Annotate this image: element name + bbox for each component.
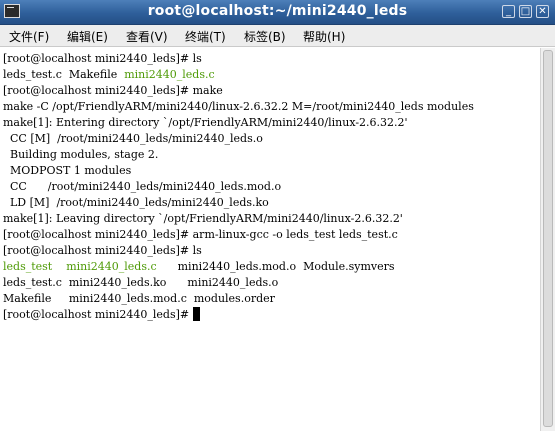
terminal-line: [root@localhost mini2440_leds]# ls	[3, 243, 202, 259]
terminal-text: Makefile mini2440_leds.mod.c modules.ord…	[3, 292, 275, 305]
terminal-line: Building modules, stage 2.	[3, 147, 158, 163]
menu-help[interactable]: 帮助(H)	[303, 28, 345, 45]
terminal-line: make[1]: Leaving directory `/opt/Friendl…	[3, 211, 403, 227]
terminal-line: [root@localhost mini2440_leds]# make	[3, 83, 223, 99]
terminal-line: make -C /opt/FriendlyARM/mini2440/linux-…	[3, 99, 474, 115]
scrollbar-thumb[interactable]	[543, 50, 553, 427]
terminal-text: mini2440_leds.mod.o Module.symvers	[156, 260, 395, 273]
terminal-line: [root@localhost mini2440_leds]# ls	[3, 51, 202, 67]
terminal-text: leds_test.c mini2440_leds.ko mini2440_le…	[3, 276, 279, 289]
window-title: root@localhost:~/mini2440_leds	[147, 3, 408, 19]
terminal-line: MODPOST 1 modules	[3, 163, 131, 179]
terminal-text: MODPOST 1 modules	[3, 164, 132, 177]
executable-filename: leds_test	[3, 260, 53, 273]
terminal-text: [root@localhost mini2440_leds]# ls	[3, 52, 202, 65]
minimize-button[interactable]: _	[502, 5, 515, 18]
terminal-text: make[1]: Leaving directory `/opt/Friendl…	[3, 212, 403, 225]
menu-edit[interactable]: 编辑(E)	[67, 28, 108, 45]
close-button[interactable]: ✕	[536, 5, 549, 18]
menu-file[interactable]: 文件(F)	[9, 28, 49, 45]
terminal-text: [root@localhost mini2440_leds]#	[3, 308, 193, 321]
terminal-text: CC /root/mini2440_leds/mini2440_leds.mod…	[3, 180, 282, 193]
terminal-output[interactable]: [root@localhost mini2440_leds]# ls leds_t…	[0, 48, 540, 431]
terminal-text: leds_test.c Makefile	[3, 68, 125, 81]
terminal-text: [root@localhost mini2440_leds]# make	[3, 84, 223, 97]
terminal-text: LD [M] /root/mini2440_leds/mini2440_leds…	[3, 196, 269, 209]
terminal-line: leds_test.c mini2440_leds.ko mini2440_le…	[3, 275, 278, 291]
terminal-line: LD [M] /root/mini2440_leds/mini2440_leds…	[3, 195, 269, 211]
terminal-line: make[1]: Entering directory `/opt/Friend…	[3, 115, 408, 131]
terminal-text: make[1]: Entering directory `/opt/Friend…	[3, 116, 408, 129]
terminal-text: [root@localhost mini2440_leds]# ls	[3, 244, 202, 257]
terminal-text: Building modules, stage 2.	[3, 148, 159, 161]
executable-filename: mini2440_leds.c	[124, 68, 215, 81]
menu-view[interactable]: 查看(V)	[126, 28, 168, 45]
menu-terminal[interactable]: 终端(T)	[185, 28, 226, 45]
maximize-button[interactable]: □	[519, 5, 532, 18]
vertical-scrollbar[interactable]	[540, 48, 555, 431]
terminal-text: CC [M] /root/mini2440_leds/mini2440_leds…	[3, 132, 263, 145]
terminal-line: Makefile mini2440_leds.mod.c modules.ord…	[3, 291, 275, 307]
terminal-line: [root@localhost mini2440_leds]#	[3, 307, 200, 323]
terminal-line: CC /root/mini2440_leds/mini2440_leds.mod…	[3, 179, 281, 195]
title-bar[interactable]: root@localhost:~/mini2440_leds _ □ ✕	[0, 0, 555, 25]
menu-bar: 文件(F) 编辑(E) 查看(V) 终端(T) 标签(B) 帮助(H)	[0, 25, 555, 47]
menu-tabs[interactable]: 标签(B)	[244, 28, 286, 45]
executable-filename: mini2440_leds.c	[66, 260, 157, 273]
terminal-cursor	[192, 307, 200, 321]
terminal-line: leds_test.c Makefile mini2440_leds.c	[3, 67, 215, 83]
terminal-line: leds_test mini2440_leds.c mini2440_leds.…	[3, 259, 395, 275]
terminal-line: CC [M] /root/mini2440_leds/mini2440_leds…	[3, 131, 263, 147]
terminal-text: [root@localhost mini2440_leds]# arm-linu…	[3, 228, 398, 241]
terminal-line: [root@localhost mini2440_leds]# arm-linu…	[3, 227, 398, 243]
terminal-text: make -C /opt/FriendlyARM/mini2440/linux-…	[3, 100, 474, 113]
